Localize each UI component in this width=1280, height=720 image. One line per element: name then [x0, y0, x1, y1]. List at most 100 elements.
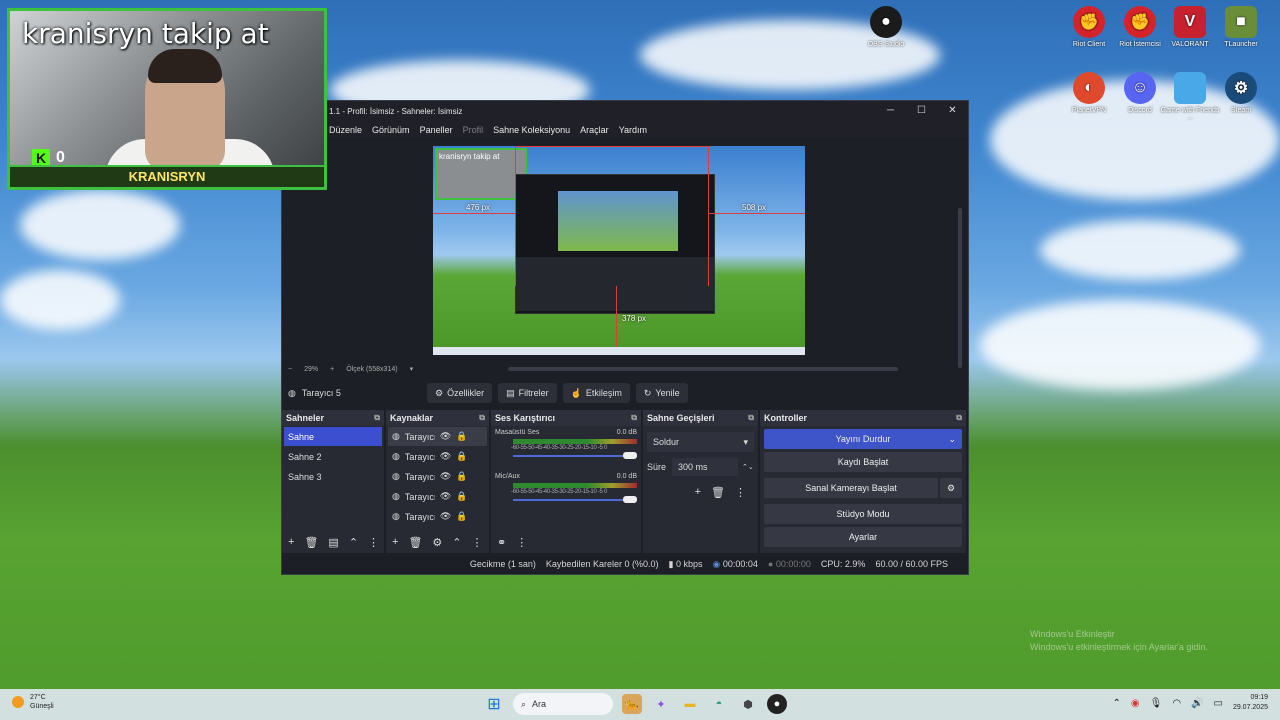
remove-scene-icon[interactable]: 🗑: [304, 536, 318, 549]
interact-button[interactable]: ☝ Etkileşim: [562, 383, 630, 403]
chevron-down-icon[interactable]: ⌄: [948, 434, 956, 445]
undock-icon[interactable]: ⧉: [631, 413, 637, 423]
lock-icon[interactable]: 🔒: [456, 451, 467, 462]
volume-slider[interactable]: [513, 495, 637, 505]
planetvpn-icon: ◐: [1073, 72, 1105, 104]
source-item[interactable]: ◍ Tarayıcı 5 👁 🔒: [388, 427, 487, 446]
mixer-link-icon[interactable]: ⚭: [497, 536, 506, 549]
maximize-button[interactable]: ☐: [906, 101, 937, 121]
scene-filters-icon[interactable]: ▤: [328, 536, 338, 549]
eye-icon[interactable]: 👁: [440, 451, 451, 462]
menu-edit[interactable]: Düzenle: [329, 125, 362, 135]
file-explorer-icon[interactable]: ▬: [680, 694, 700, 714]
duration-stepper-icon[interactable]: ⌃⌄: [742, 463, 754, 471]
filters-button[interactable]: ▤ Filtreler: [498, 383, 557, 403]
source-item[interactable]: ◍ Tarayıcı 1 👁 🔒: [388, 507, 487, 526]
undock-icon[interactable]: ⧉: [748, 413, 754, 423]
scene-item[interactable]: Sahne 2: [284, 447, 382, 466]
app-icon[interactable]: ⬢: [738, 694, 758, 714]
menu-help[interactable]: Yardım: [619, 125, 647, 135]
refresh-button[interactable]: ↻ Yenile: [635, 383, 688, 403]
close-button[interactable]: ✕: [937, 101, 968, 121]
add-scene-icon[interactable]: +: [288, 536, 294, 548]
scale-dropdown-icon[interactable]: ▾: [410, 365, 414, 373]
vpn-tray-icon[interactable]: ◉: [1131, 698, 1140, 709]
more-options-icon[interactable]: ⋮: [516, 536, 527, 549]
source-item[interactable]: ◍ Tarayıcı 4 👁 🔒: [388, 447, 487, 466]
copilot-icon[interactable]: ✦: [651, 694, 671, 714]
wifi-icon[interactable]: ◠: [1172, 698, 1181, 709]
preview-horizontal-scrollbar[interactable]: [508, 367, 898, 371]
move-source-up-icon[interactable]: ⌃: [452, 536, 461, 549]
settings-button[interactable]: Ayarlar: [764, 527, 962, 547]
desktop-icon-tlauncher[interactable]: ■ TLauncher: [1211, 6, 1271, 48]
menu-view[interactable]: Görünüm: [372, 125, 410, 135]
volume-slider[interactable]: [513, 451, 637, 461]
stop-streaming-button[interactable]: Yayını Durdur ⌄: [764, 429, 962, 449]
start-button[interactable]: ⊞: [484, 694, 504, 714]
undock-icon[interactable]: ⧉: [956, 413, 962, 423]
webcam-overlay: kranisryn takip at K0 KRANISRYN: [7, 8, 327, 190]
zoom-out-button[interactable]: −: [288, 366, 292, 373]
scene-item[interactable]: Sahne 3: [284, 467, 382, 486]
scene-item[interactable]: Sahne: [284, 427, 382, 446]
volume-meter: [513, 483, 637, 488]
more-options-icon[interactable]: ⋮: [368, 536, 379, 549]
undock-icon[interactable]: ⧉: [374, 413, 380, 423]
eye-icon[interactable]: 👁: [440, 431, 451, 442]
source-settings-icon[interactable]: ⚙: [432, 536, 442, 549]
start-recording-button[interactable]: Kaydı Başlat: [764, 452, 962, 472]
desktop-icon-label: Riot Client: [1072, 41, 1106, 48]
menu-scene-collection[interactable]: Sahne Koleksiyonu: [493, 125, 570, 135]
desktop-icon-obs[interactable]: ● OBS Studio: [856, 6, 916, 48]
edge-icon[interactable]: ◓: [709, 694, 729, 714]
show-hidden-icons[interactable]: ⌃: [1112, 698, 1120, 709]
scale-label[interactable]: Ölçek (558x314): [346, 366, 397, 373]
window-titlebar[interactable]: 1.1 - Profil: İsimsiz - Sahneler: İsimsi…: [282, 101, 968, 121]
lock-icon[interactable]: 🔒: [456, 511, 467, 522]
obs-taskbar-icon[interactable]: ●: [767, 694, 787, 714]
weather-widget[interactable]: 27°C Güneşli: [12, 693, 54, 711]
minimize-button[interactable]: ─: [875, 101, 906, 121]
virtual-camera-settings-button[interactable]: ⚙: [940, 478, 962, 498]
widgets-icon[interactable]: 🐆: [622, 694, 642, 714]
move-scene-up-icon[interactable]: ⌃: [349, 536, 358, 549]
menu-tools[interactable]: Araçlar: [580, 125, 609, 135]
properties-button[interactable]: ⚙ Özellikler: [427, 383, 493, 403]
program-preview[interactable]: kranisryn takip at 476 px 508 px 378 px: [433, 146, 805, 355]
remove-source-icon[interactable]: 🗑: [408, 536, 422, 549]
start-virtual-camera-button[interactable]: Sanal Kamerayı Başlat: [764, 478, 938, 498]
more-options-icon[interactable]: ⋮: [472, 536, 483, 549]
volume-meter: [513, 439, 637, 444]
duration-input[interactable]: 300 ms: [672, 458, 739, 476]
source-item[interactable]: ◍ Tarayıcı 3 👁 🔒: [388, 467, 487, 486]
add-source-icon[interactable]: +: [392, 536, 398, 548]
desktop-icon-steam[interactable]: ⚙ Steam: [1211, 72, 1271, 114]
zoom-in-button[interactable]: +: [330, 366, 334, 373]
volume-icon[interactable]: 🔊: [1191, 698, 1203, 709]
add-transition-icon[interactable]: +: [695, 486, 701, 499]
lock-icon[interactable]: 🔒: [456, 431, 467, 442]
studio-mode-button[interactable]: Stüdyo Modu: [764, 504, 962, 524]
source-item[interactable]: ◍ Tarayıcı 2 👁 🔒: [388, 487, 487, 506]
eye-icon[interactable]: 👁: [440, 471, 451, 482]
lock-icon[interactable]: 🔒: [456, 491, 467, 502]
source-name: Tarayıcı 4: [404, 451, 435, 462]
transition-select[interactable]: Soldur ▾: [647, 432, 754, 452]
undock-icon[interactable]: ⧉: [479, 413, 485, 423]
lock-icon[interactable]: 🔒: [456, 471, 467, 482]
source-name: Tarayıcı 2: [404, 491, 435, 502]
clock[interactable]: 09:19 29.07.2025: [1233, 693, 1268, 713]
record-icon: ●: [767, 559, 774, 569]
menu-profile[interactable]: Profil: [463, 125, 484, 135]
menu-docks[interactable]: Paneller: [420, 125, 453, 135]
remove-transition-icon[interactable]: 🗑: [711, 486, 725, 499]
eye-icon[interactable]: 👁: [440, 511, 451, 522]
battery-icon[interactable]: ▭: [1214, 698, 1223, 709]
eye-icon[interactable]: 👁: [440, 491, 451, 502]
preview-vertical-scrollbar[interactable]: [958, 208, 962, 368]
controls-dock: Kontroller ⧉ Yayını Durdur ⌄ Kaydı Başlat …: [760, 410, 966, 553]
more-options-icon[interactable]: ⋮: [735, 486, 746, 499]
search-box[interactable]: ⌕ Ara: [513, 693, 613, 715]
microphone-icon[interactable]: 🎙: [1150, 698, 1163, 709]
